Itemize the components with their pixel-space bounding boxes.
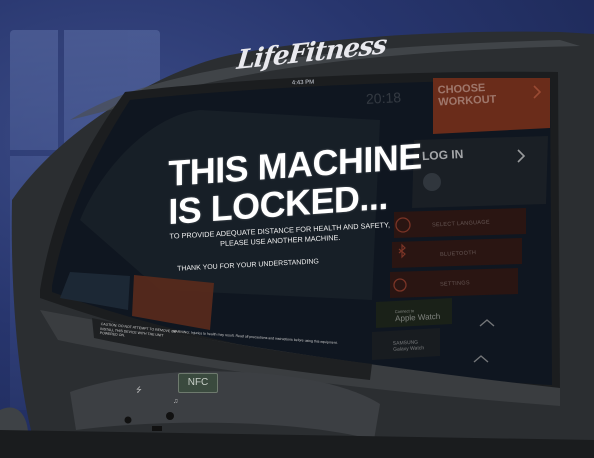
treadmill-console: LifeFitness 4:43 PM 20:18 NFC CAUTION: D…: [0, 0, 594, 458]
login-tile: [412, 136, 548, 208]
user-icon-shape: [423, 173, 441, 191]
settings-tile: [390, 268, 518, 298]
bluetooth-tile: [392, 238, 522, 268]
apple-watch-tile: [376, 298, 452, 328]
nfc-reader[interactable]: NFC: [178, 373, 218, 393]
scene: LifeFitness 4:43 PM 20:18 NFC CAUTION: D…: [0, 0, 594, 458]
language-tile: [394, 208, 526, 238]
samsung-tile: [372, 328, 440, 360]
power-jack: [124, 416, 132, 424]
headphone-jack: [166, 412, 174, 420]
usb-port: [152, 426, 162, 431]
choose-workout-tile: [433, 78, 550, 134]
ghost-timer: 20:18: [365, 89, 402, 107]
